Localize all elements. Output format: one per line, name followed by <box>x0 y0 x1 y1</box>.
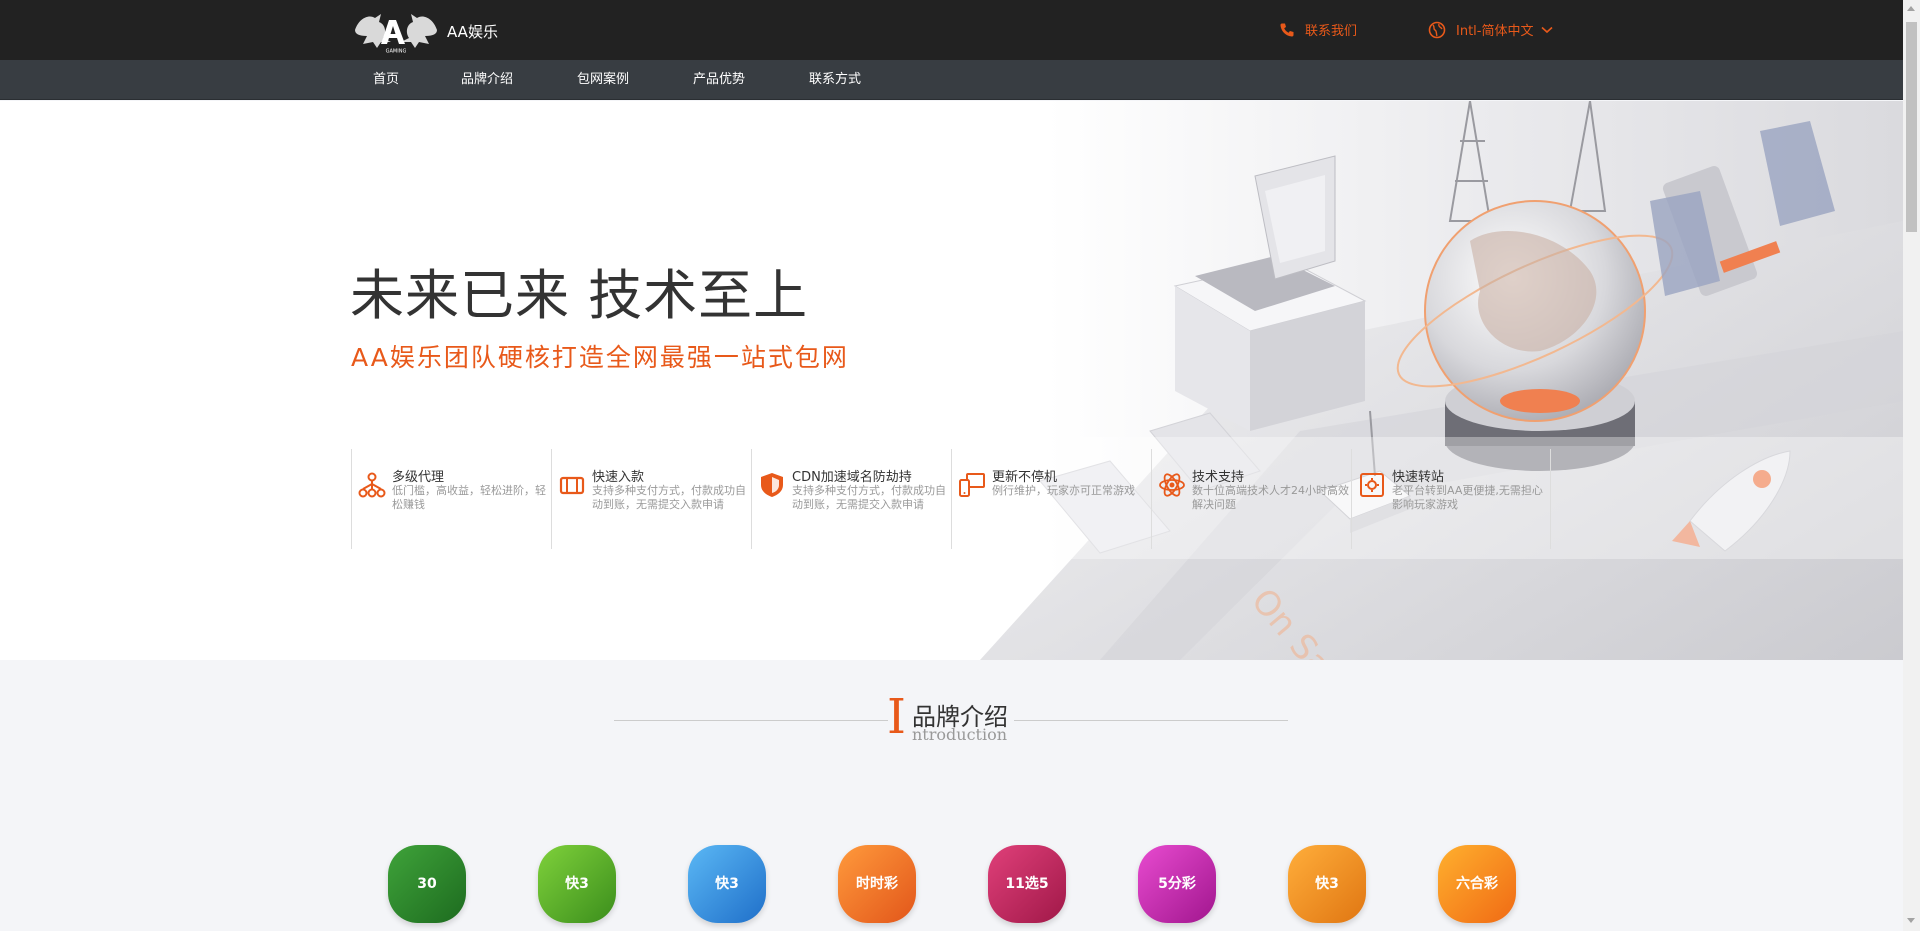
nav-item-cases[interactable]: 包网案例 <box>577 60 629 100</box>
game-icon-7-art: 快3 <box>1315 876 1339 892</box>
feature-fast-transfer[interactable]: 快速转站 老平台转到AA更便捷,无需担心影响玩家游戏 <box>1351 449 1551 549</box>
game-icon-7[interactable]: 快3 <box>1288 845 1366 923</box>
feature-title: 快速转站 <box>1392 470 1445 485</box>
contact-us-link[interactable]: 联系我们 <box>1279 20 1357 39</box>
main-nav: 首页 品牌介绍 包网案例 产品优势 联系方式 <box>0 60 1903 100</box>
feature-desc: 老平台转到AA更便捷,无需担心影响玩家游戏 <box>1392 484 1543 511</box>
game-icon-2[interactable]: 快3 <box>538 845 616 923</box>
feature-desc: 支持多种支付方式，付款成功自动到账，无需提交入款申请 <box>592 484 746 511</box>
page-scrollbar[interactable] <box>1903 0 1920 931</box>
hero-illustration: On Sale <box>0 101 1903 660</box>
game-icon-3[interactable]: 快3 <box>688 845 766 923</box>
nav-item-advantages[interactable]: 产品优势 <box>693 60 745 100</box>
feature-desc: 支持多种支付方式，付款成功自动到账，无需提交入款申请 <box>792 484 946 511</box>
hero-subtitle: AA娱乐团队硬核打造全网最强一站式包网 <box>351 343 849 372</box>
top-bar: GAMING AA娱乐 联系我们 Intl-简体中文 <box>0 0 1903 60</box>
chevron-down-icon <box>1541 26 1554 33</box>
feature-cdn-protection[interactable]: CDN加速域名防劫持 支持多种支付方式，付款成功自动到账，无需提交入款申请 <box>751 449 951 549</box>
hero-title: 未来已来 技术至上 <box>350 264 809 327</box>
scroll-down-arrow-icon[interactable] <box>1907 918 1915 923</box>
wallet-icon <box>559 476 585 495</box>
nav-item-contact[interactable]: 联系方式 <box>809 60 861 100</box>
feature-desc: 数十位高端技术人才24小时高效解决问题 <box>1192 484 1349 511</box>
feature-desc: 例行维护，玩家亦可正常游戏 <box>992 484 1135 497</box>
game-icon-1[interactable]: 30 <box>388 845 466 923</box>
feature-title: 快速入款 <box>592 470 645 485</box>
game-icon-4-art: 时时彩 <box>856 876 898 892</box>
nav-item-brand[interactable]: 品牌介绍 <box>461 60 513 100</box>
transfer-icon <box>1360 473 1384 497</box>
game-icon-5[interactable]: 11选5 <box>988 845 1066 923</box>
feature-title: 技术支持 <box>1192 470 1245 485</box>
logo[interactable]: GAMING AA娱乐 <box>351 8 498 54</box>
feature-title: 更新不停机 <box>992 470 1058 485</box>
devices-icon <box>959 473 985 497</box>
atom-icon <box>1159 473 1185 497</box>
language-selector[interactable]: Intl-简体中文 <box>1428 20 1554 39</box>
heading-english: ntroduction <box>912 725 1008 744</box>
feature-fast-deposit[interactable]: 快速入款 支持多种支付方式，付款成功自动到账，无需提交入款申请 <box>551 449 751 549</box>
game-icon-2-art: 快3 <box>565 876 589 892</box>
scroll-thumb[interactable] <box>1906 22 1917 232</box>
heading-initial: I <box>887 689 906 745</box>
nav-item-home[interactable]: 首页 <box>373 60 399 100</box>
feature-multi-level-agent[interactable]: 多级代理 低门槛，高收益，轻松进阶，轻松赚钱 <box>351 449 551 549</box>
game-icon-3-art: 快3 <box>715 876 739 892</box>
heading-divider-right <box>1014 720 1288 721</box>
aa-gaming-logo-icon: GAMING <box>355 14 437 55</box>
feature-title: 多级代理 <box>392 470 445 485</box>
game-icon-8-art: 六合彩 <box>1456 876 1498 892</box>
scroll-up-arrow-icon[interactable] <box>1907 6 1915 11</box>
feature-desc: 低门槛，高收益，轻松进阶，轻松赚钱 <box>392 484 546 511</box>
contact-us-label: 联系我们 <box>1305 24 1358 39</box>
game-icon-5-art: 11选5 <box>1005 876 1049 892</box>
game-icon-4[interactable]: 时时彩 <box>838 845 916 923</box>
heading-divider-left <box>614 720 888 721</box>
phone-icon <box>1280 23 1294 37</box>
globe-icon <box>1428 21 1446 38</box>
feature-tech-support[interactable]: 技术支持 数十位高端技术人才24小时高效解决问题 <box>1151 449 1351 549</box>
agent-tree-icon <box>358 472 386 498</box>
game-icon-1-art: 30 <box>417 876 437 892</box>
hero-banner: On Sale 未来已来 技术至上 AA娱乐团队硬核打造全网最强一站式包网 <box>0 101 1903 660</box>
game-icon-6-art: 5分彩 <box>1158 876 1196 892</box>
logo-text: AA娱乐 <box>447 22 498 41</box>
feature-title: CDN加速域名防劫持 <box>792 470 912 485</box>
svg-text:GAMING: GAMING <box>386 49 407 55</box>
game-icon-6[interactable]: 5分彩 <box>1138 845 1216 923</box>
shield-icon <box>761 473 783 497</box>
language-label: Intl-简体中文 <box>1456 24 1534 39</box>
game-icon-8[interactable]: 六合彩 <box>1438 845 1516 923</box>
feature-no-downtime[interactable]: 更新不停机 例行维护，玩家亦可正常游戏 <box>951 449 1151 549</box>
brand-section-heading: I 品牌介绍 ntroduction <box>0 689 1903 745</box>
